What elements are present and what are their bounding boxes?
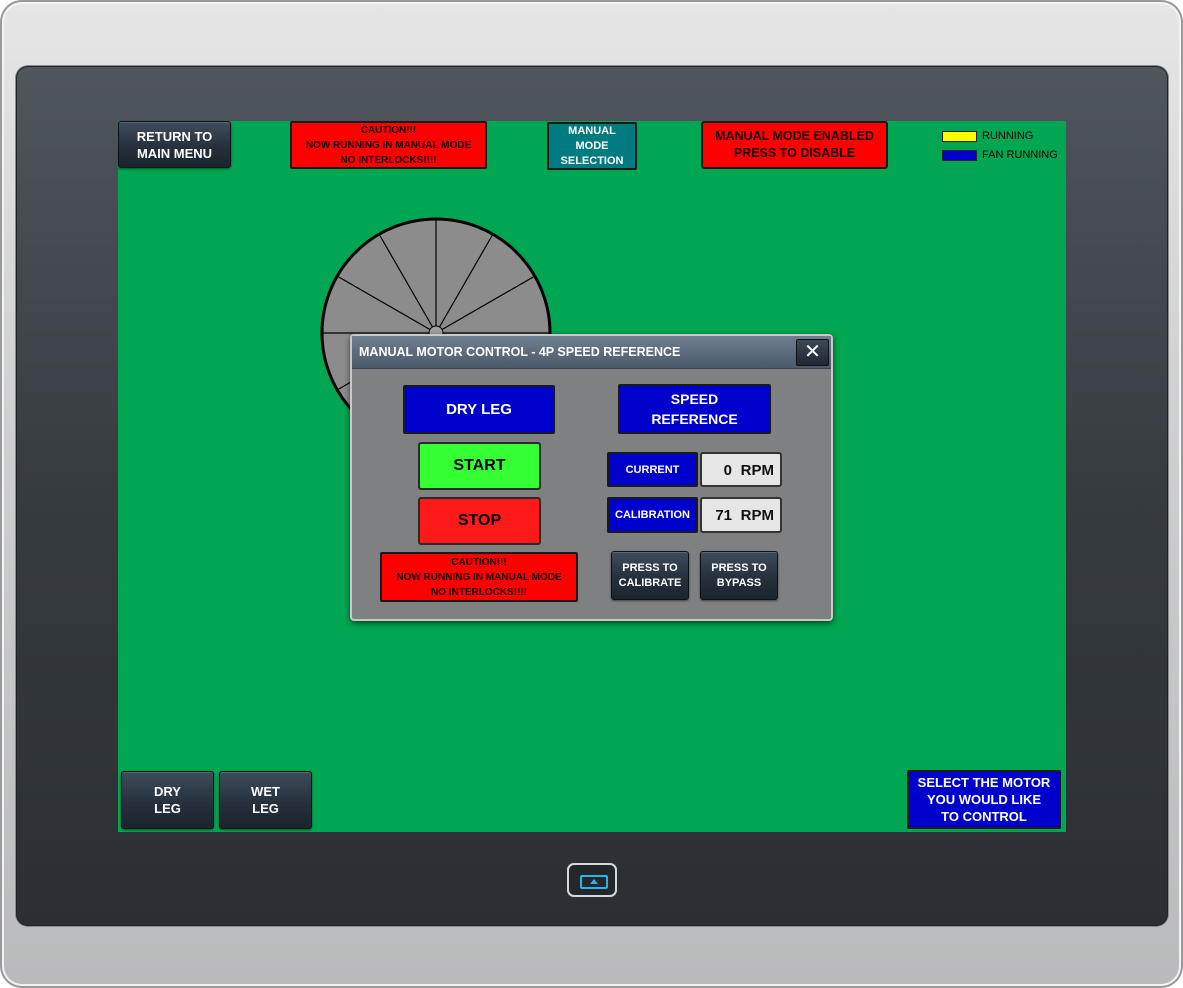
dialog-title: MANUAL MOTOR CONTROL - 4P SPEED REFERENC…	[359, 345, 681, 359]
current-rpm-value: 0	[723, 462, 732, 479]
start-label: START	[453, 457, 506, 474]
instruction-line2: YOU WOULD LIKE	[926, 792, 1042, 807]
speed-reference-line1: SPEED	[670, 391, 719, 407]
legend-running-swatch	[942, 131, 977, 142]
home-button[interactable]	[567, 863, 617, 897]
manual-enabled-line1: MANUAL MODE ENABLED	[715, 129, 874, 143]
wet-leg-line2: LEG	[252, 801, 279, 816]
close-icon[interactable]: ✕	[796, 339, 829, 366]
current-label-text: CURRENT	[625, 463, 680, 476]
start-button[interactable]: START	[418, 442, 541, 490]
calibration-rpm-unit: RPM	[740, 507, 774, 524]
calibration-label-text: CALIBRATION	[615, 509, 690, 521]
wet-leg-line1: WET	[251, 784, 280, 799]
manual-mode-selection-button[interactable]: MANUAL MODE SELECTION	[547, 122, 637, 170]
mode-selection-line3: SELECTION	[560, 154, 624, 167]
legend-fan-running-swatch	[942, 150, 977, 161]
eject-icon	[580, 875, 608, 889]
speed-reference-line2: REFERENCE	[651, 411, 738, 427]
caution-dialog-line1: CAUTION!!!	[451, 556, 507, 568]
mode-selection-line2: MODE	[575, 139, 609, 152]
return-to-main-menu-button[interactable]: RETURN TO MAIN MENU	[118, 121, 231, 168]
current-label: CURRENT	[607, 452, 698, 487]
caution-top-line3: NO INTERLOCKS!!!!	[340, 154, 437, 166]
calibration-rpm-value: 71	[715, 507, 732, 524]
caution-dialog-line3: NO INTERLOCKS!!!!	[430, 586, 528, 598]
bypass-line2: BYPASS	[716, 576, 762, 589]
calibration-label: CALIBRATION	[607, 497, 698, 533]
instruction-line1: SELECT THE MOTOR	[917, 775, 1051, 790]
calibrate-line1: PRESS TO	[622, 561, 678, 574]
caution-dialog-line2: NOW RUNNING IN MANUAL MODE	[396, 571, 562, 583]
bypass-line1: PRESS TO	[711, 561, 767, 574]
current-rpm-unit: RPM	[740, 462, 774, 479]
caution-banner-dialog: CAUTION!!! NOW RUNNING IN MANUAL MODE NO…	[380, 552, 578, 602]
dry-leg-line2: LEG	[154, 801, 181, 816]
caution-top-line2: NOW RUNNING IN MANUAL MODE	[305, 139, 472, 151]
return-button-line1: RETURN TO	[136, 128, 213, 144]
dry-leg-line1: DRY	[154, 784, 181, 799]
stop-label: STOP	[457, 512, 502, 529]
stop-button[interactable]: STOP	[418, 497, 541, 545]
current-rpm-readout: 0 RPM	[700, 452, 782, 487]
manual-enabled-line2: PRESS TO DISABLE	[733, 146, 856, 160]
calibration-rpm-readout: 71 RPM	[700, 497, 782, 533]
mode-selection-line1: MANUAL	[568, 124, 616, 137]
calibrate-line2: CALIBRATE	[618, 576, 682, 589]
dialog-titlebar: MANUAL MOTOR CONTROL - 4P SPEED REFERENC…	[352, 336, 831, 369]
speed-reference-label: SPEED REFERENCE	[618, 384, 771, 434]
press-to-bypass-button[interactable]: PRESS TO BYPASS	[700, 551, 778, 600]
press-to-calibrate-button[interactable]: PRESS TO CALIBRATE	[611, 551, 689, 600]
motor-label: DRY LEG	[403, 385, 555, 434]
dry-leg-select-button[interactable]: DRY LEG	[121, 771, 214, 829]
caution-banner-top: CAUTION!!! NOW RUNNING IN MANUAL MODE NO…	[290, 121, 487, 169]
legend-running-label: RUNNING	[982, 130, 1034, 142]
legend-fan-running-label: FAN RUNNING	[982, 149, 1058, 161]
wet-leg-select-button[interactable]: WET LEG	[219, 771, 312, 829]
select-motor-instruction: SELECT THE MOTOR YOU WOULD LIKE TO CONTR…	[907, 770, 1061, 829]
manual-motor-control-dialog: MANUAL MOTOR CONTROL - 4P SPEED REFERENC…	[350, 334, 833, 621]
eject-triangle	[590, 879, 598, 884]
return-button-line2: MAIN MENU	[136, 145, 213, 161]
manual-mode-disable-button[interactable]: MANUAL MODE ENABLED PRESS TO DISABLE	[701, 121, 888, 169]
motor-label-text: DRY LEG	[446, 401, 512, 418]
instruction-line3: TO CONTROL	[941, 809, 1027, 824]
caution-top-line1: CAUTION!!!	[360, 124, 417, 136]
